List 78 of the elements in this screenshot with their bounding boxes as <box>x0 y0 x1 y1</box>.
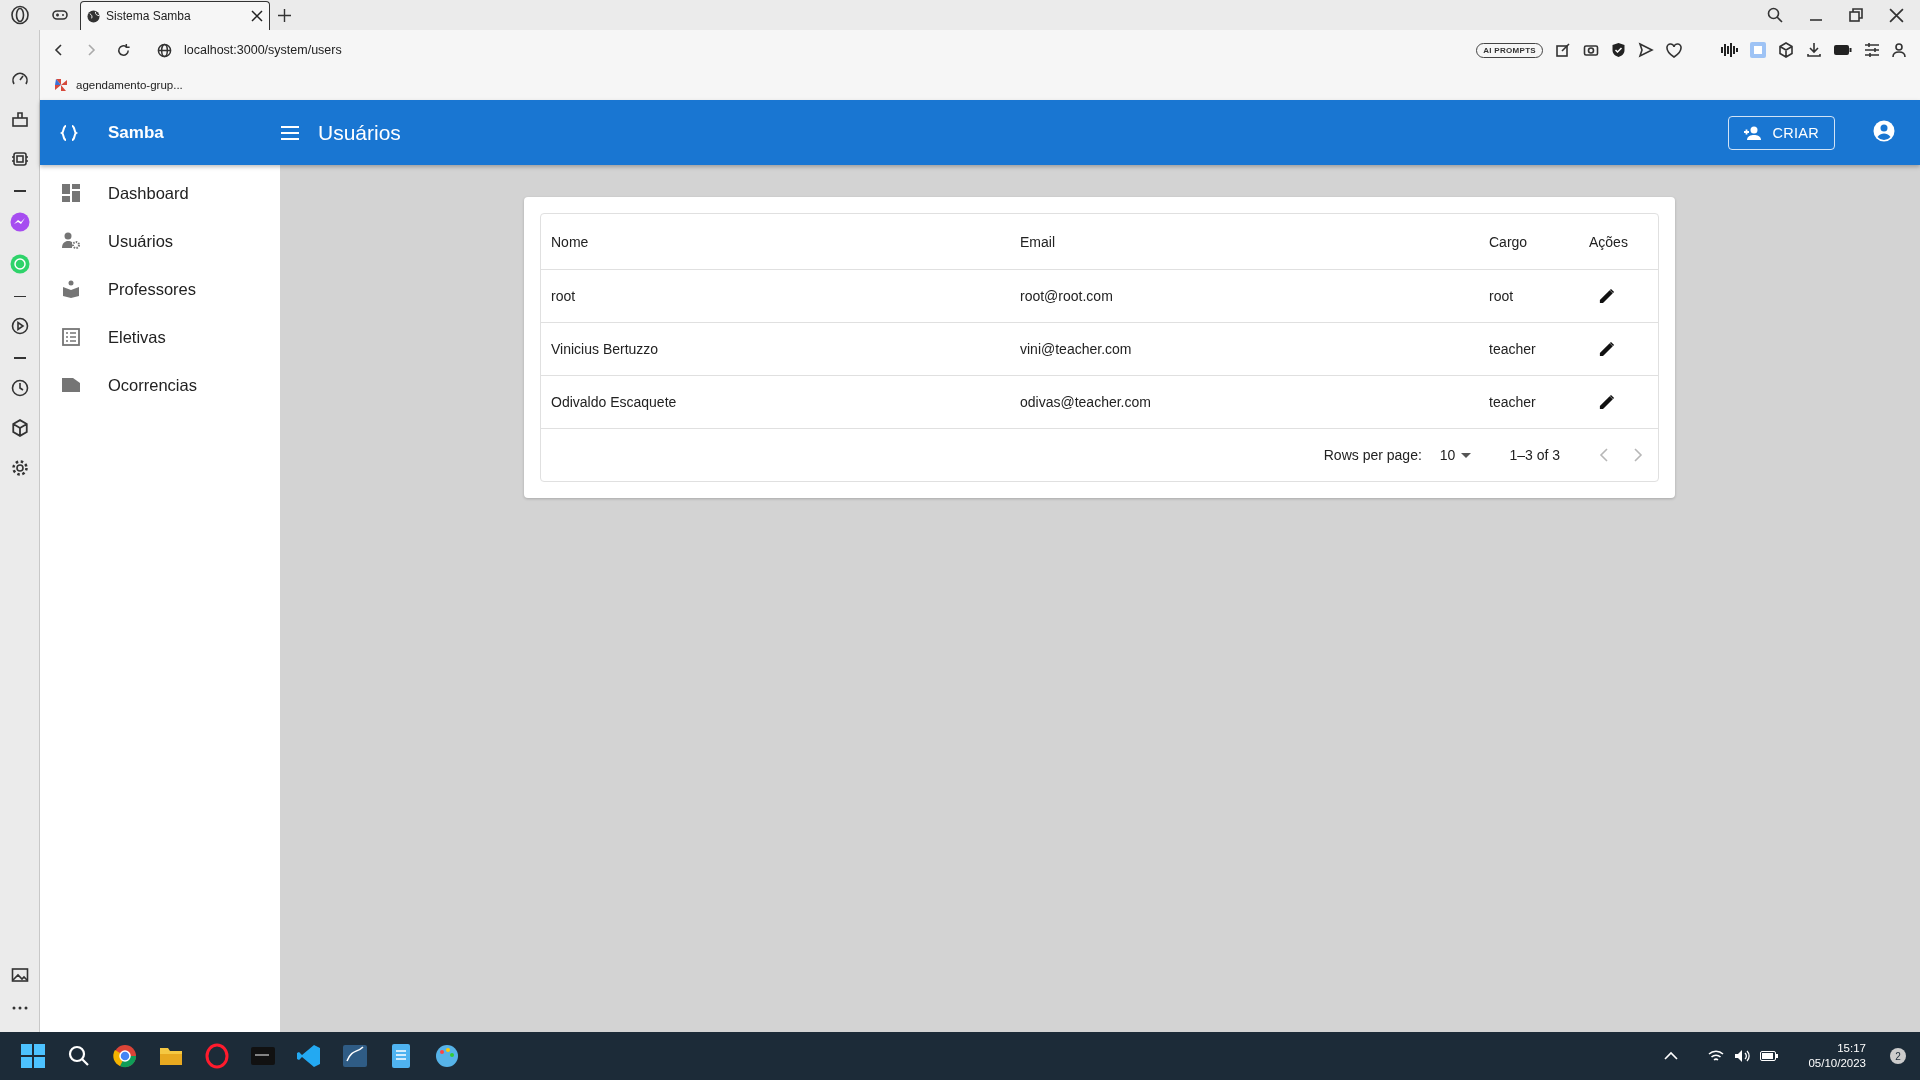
table-cell-text: root <box>1488 288 1515 304</box>
browser-logo-icon[interactable] <box>112 1043 138 1069</box>
table-cell-text: Vinicius Bertuzzo <box>550 341 660 357</box>
account-icon[interactable] <box>1873 119 1895 142</box>
camera-icon[interactable] <box>1583 42 1599 58</box>
column-header: Nome <box>550 233 590 250</box>
send-icon[interactable] <box>1638 42 1654 58</box>
table-cell-text: vini@teacher.com <box>1019 341 1133 357</box>
profile-icon[interactable] <box>1892 42 1906 58</box>
pencil-icon <box>1599 341 1615 357</box>
brand-name: Samba <box>108 122 164 143</box>
image-icon[interactable] <box>10 966 29 984</box>
code-editor-icon[interactable] <box>296 1043 322 1069</box>
clock-icon[interactable] <box>10 378 29 397</box>
dropdown-caret-icon <box>1461 452 1472 458</box>
plus-icon[interactable] <box>278 9 291 22</box>
rows-per-page-label: Rows per page: <box>1323 447 1422 463</box>
page-title: Usuários <box>318 120 401 145</box>
shield-icon[interactable] <box>1611 42 1626 58</box>
document-icon <box>62 376 80 394</box>
search-icon[interactable] <box>1767 7 1783 23</box>
dashboard-icon <box>62 184 80 202</box>
table-cell-text: odivas@teacher.com <box>1019 394 1152 410</box>
clock[interactable]: 15:17 05/10/2023 <box>1808 1041 1866 1071</box>
battery-icon[interactable] <box>1834 44 1852 56</box>
braces-icon <box>60 123 78 142</box>
download-icon[interactable] <box>1806 42 1822 58</box>
url-text[interactable]: localhost:3000/system/users <box>184 43 342 57</box>
tab-title: Sistema Samba <box>106 9 192 23</box>
nav-item[interactable]: Eletivas <box>40 313 280 361</box>
table-cell-text: root@root.com <box>1019 288 1114 304</box>
rows-per-page-select[interactable]: 10 <box>1439 447 1472 463</box>
sliders-icon[interactable] <box>1864 42 1880 58</box>
pencil-icon <box>1599 288 1615 304</box>
browser-logo-icon[interactable] <box>10 5 30 25</box>
cube-icon[interactable] <box>1778 42 1794 58</box>
more-icon[interactable] <box>11 1006 28 1010</box>
nav-item[interactable]: Dashboard <box>40 169 280 217</box>
battery-icon[interactable] <box>1760 1051 1779 1061</box>
user-gear-icon <box>62 232 80 250</box>
paint-palette-icon[interactable] <box>434 1043 460 1069</box>
notification-badge[interactable]: 2 <box>1890 1048 1906 1064</box>
play-icon[interactable] <box>10 317 29 335</box>
audio-bars-icon[interactable] <box>1720 42 1738 58</box>
reader-icon <box>62 280 80 298</box>
settings-icon[interactable] <box>10 458 29 477</box>
table-cell-text: teacher <box>1488 394 1537 410</box>
close-icon[interactable] <box>1889 7 1904 23</box>
pinwheel-icon <box>54 78 68 92</box>
create-button[interactable]: CRIAR <box>1728 115 1835 150</box>
pencil-icon <box>1599 394 1615 410</box>
wifi-icon[interactable] <box>1708 1049 1725 1063</box>
table-cell-text: teacher <box>1488 341 1537 357</box>
nav-item[interactable]: Professores <box>40 265 280 313</box>
speaker-icon[interactable] <box>1734 1049 1751 1063</box>
bookmark-item[interactable]: agendamento-grup... <box>40 70 1920 100</box>
close-icon[interactable] <box>251 10 263 22</box>
list-icon <box>62 328 80 346</box>
column-header: Ações <box>1588 233 1629 250</box>
messenger-icon[interactable] <box>9 211 30 232</box>
heart-icon[interactable] <box>1666 42 1682 58</box>
table-cell-text: Odivaldo Escaquete <box>550 394 678 410</box>
menu-icon[interactable] <box>280 124 300 141</box>
column-header: Email <box>1019 233 1056 250</box>
cube-icon[interactable] <box>10 418 29 437</box>
restore-icon[interactable] <box>1849 8 1863 22</box>
browser-tab[interactable]: Sistema Samba <box>80 1 270 30</box>
column-header: Cargo <box>1488 233 1529 250</box>
chip-icon[interactable] <box>10 150 29 168</box>
page-range: 1–3 of 3 <box>1509 447 1560 463</box>
nav-item[interactable]: Usuários <box>40 217 280 265</box>
windows-logo-icon[interactable] <box>20 1043 46 1069</box>
reload-icon[interactable] <box>116 42 131 58</box>
chevron-up-icon[interactable] <box>1664 1051 1679 1061</box>
gamepad-icon[interactable] <box>52 9 68 21</box>
nav-item[interactable]: Ocorrencias <box>40 361 280 409</box>
edit-icon[interactable] <box>1555 42 1571 58</box>
table-cell-text: root <box>550 288 577 304</box>
